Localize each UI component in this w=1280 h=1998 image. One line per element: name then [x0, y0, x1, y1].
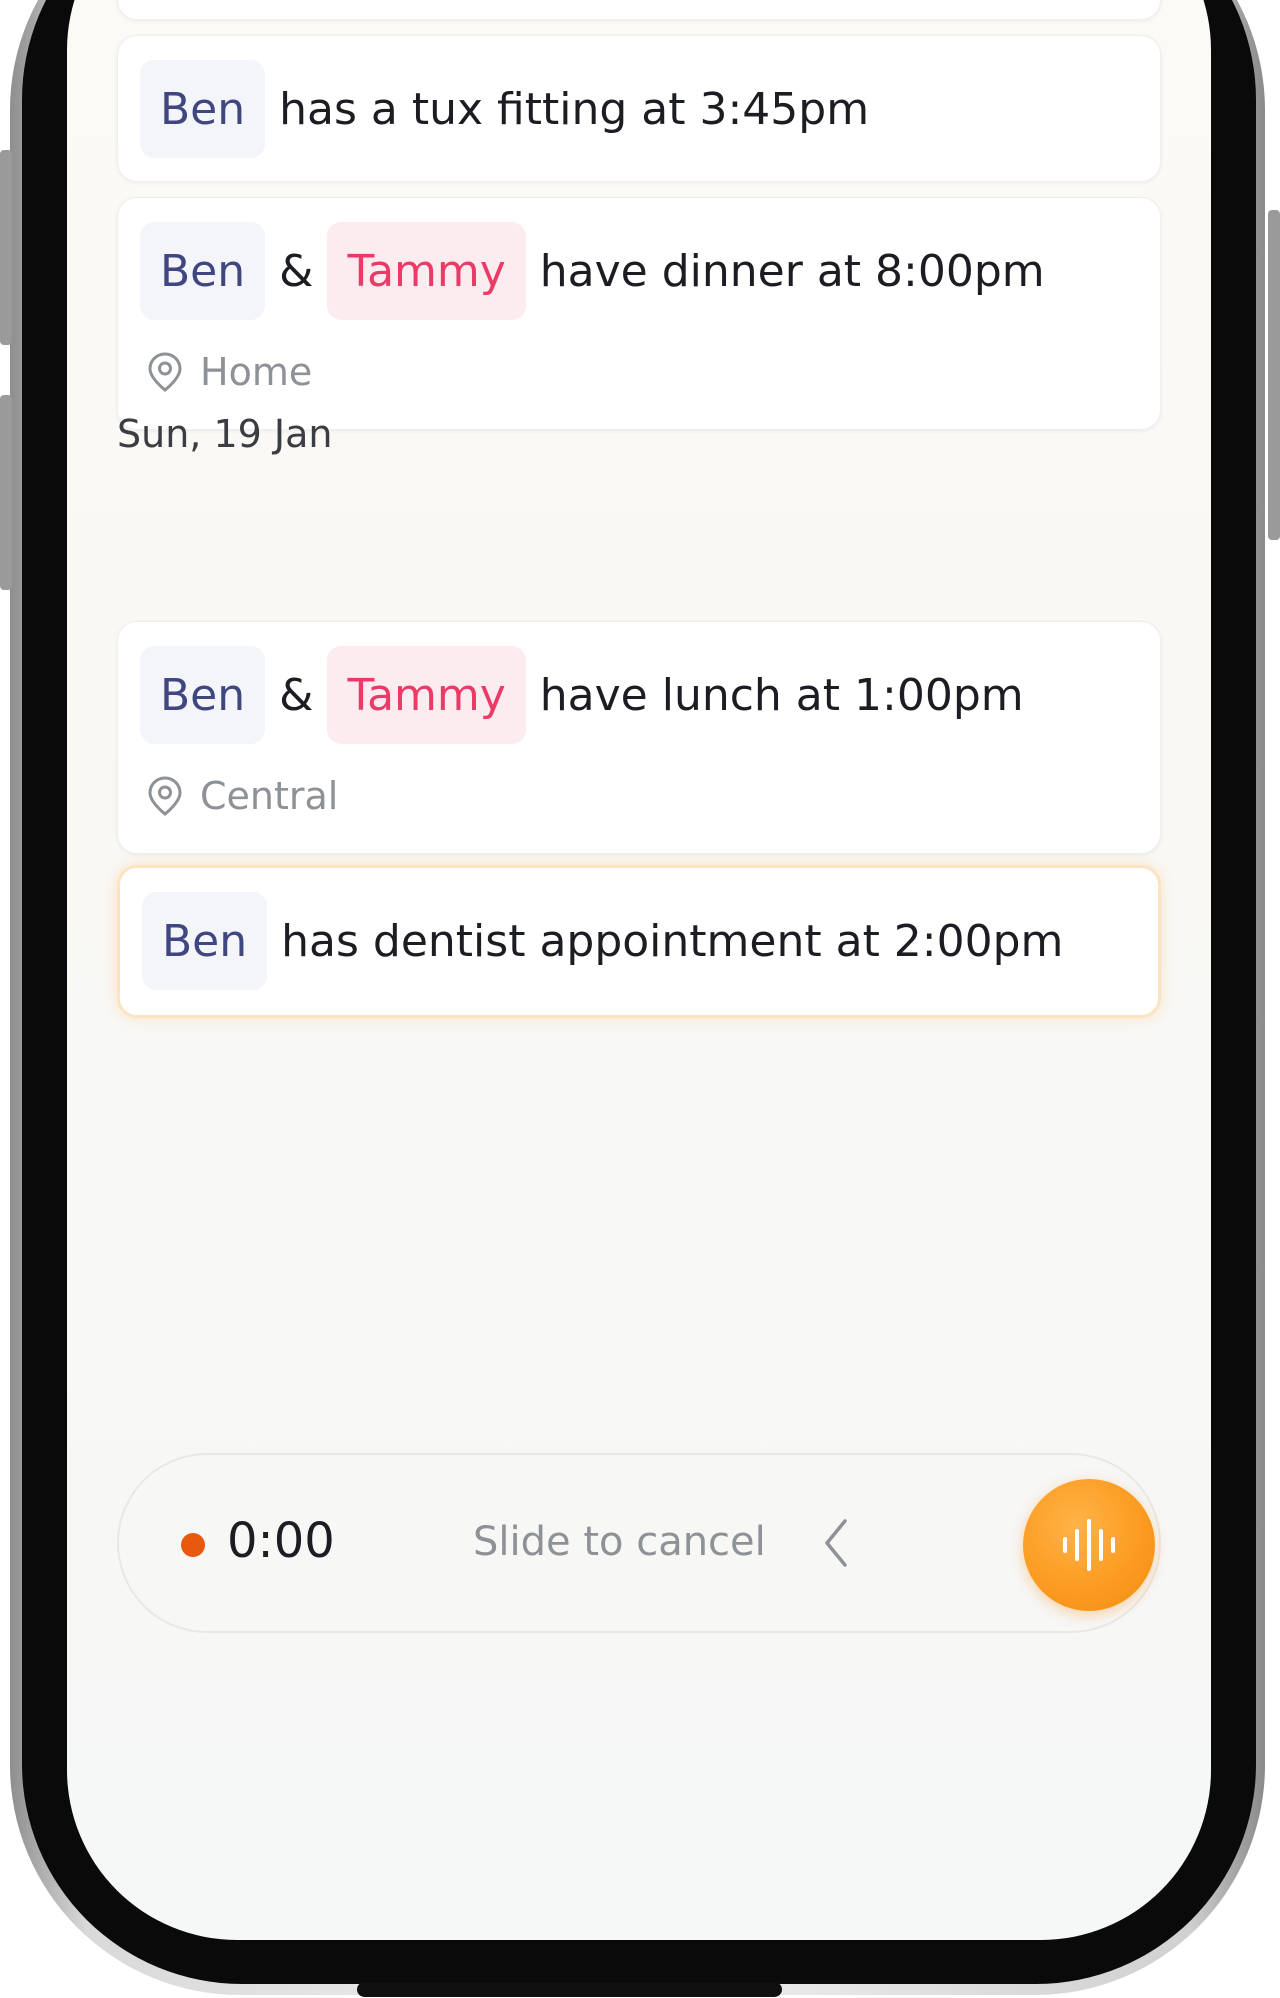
person-chip-ben[interactable]: Ben	[140, 222, 266, 320]
phone-power-button	[1268, 210, 1280, 540]
recording-dot	[181, 1533, 205, 1557]
person-chip-ben[interactable]: Ben	[142, 892, 268, 990]
event-card[interactable]	[117, 0, 1161, 20]
event-card-new[interactable]: Ben has dentist appointment at 2:00pm	[117, 865, 1161, 1018]
app-screen: Ben has a tux fitting at 3:45pm Ben & Ta…	[67, 0, 1211, 1940]
phone-side-button	[0, 150, 12, 345]
chevron-left-icon	[825, 1519, 847, 1567]
home-indicator[interactable]	[357, 1982, 782, 1997]
person-chip-tammy[interactable]: Tammy	[327, 646, 526, 744]
voice-recorder-bar[interactable]: 0:00 Slide to cancel	[117, 1453, 1161, 1633]
slide-to-cancel-hint[interactable]: Slide to cancel	[473, 1519, 766, 1565]
event-text: have lunch at 1:00pm	[539, 669, 1024, 721]
person-chip-tammy[interactable]: Tammy	[327, 222, 526, 320]
event-text: has a tux fitting at 3:45pm	[279, 83, 870, 135]
person-chip-ben[interactable]: Ben	[140, 646, 266, 744]
location-text: Central	[200, 774, 339, 818]
phone-side-button	[0, 395, 12, 590]
location-pin-icon	[148, 352, 182, 392]
date-heading: Sun, 19 Jan	[117, 412, 333, 456]
event-card[interactable]: Ben & Tammy have dinner at 8:00pm Home	[117, 197, 1161, 430]
event-card[interactable]: Ben has a tux fitting at 3:45pm	[117, 35, 1161, 182]
recording-timer: 0:00	[227, 1513, 335, 1569]
location-text: Home	[200, 350, 313, 394]
event-card[interactable]: Ben & Tammy have lunch at 1:00pm Central	[117, 621, 1161, 854]
joiner-text: &	[279, 245, 314, 297]
sound-wave-icon	[1063, 1519, 1115, 1571]
joiner-text: &	[279, 669, 314, 721]
record-button[interactable]	[1023, 1479, 1155, 1611]
location-pin-icon	[148, 776, 182, 816]
person-chip-ben[interactable]: Ben	[140, 60, 266, 158]
event-text: has dentist appointment at 2:00pm	[281, 915, 1064, 967]
event-text: have dinner at 8:00pm	[539, 245, 1045, 297]
